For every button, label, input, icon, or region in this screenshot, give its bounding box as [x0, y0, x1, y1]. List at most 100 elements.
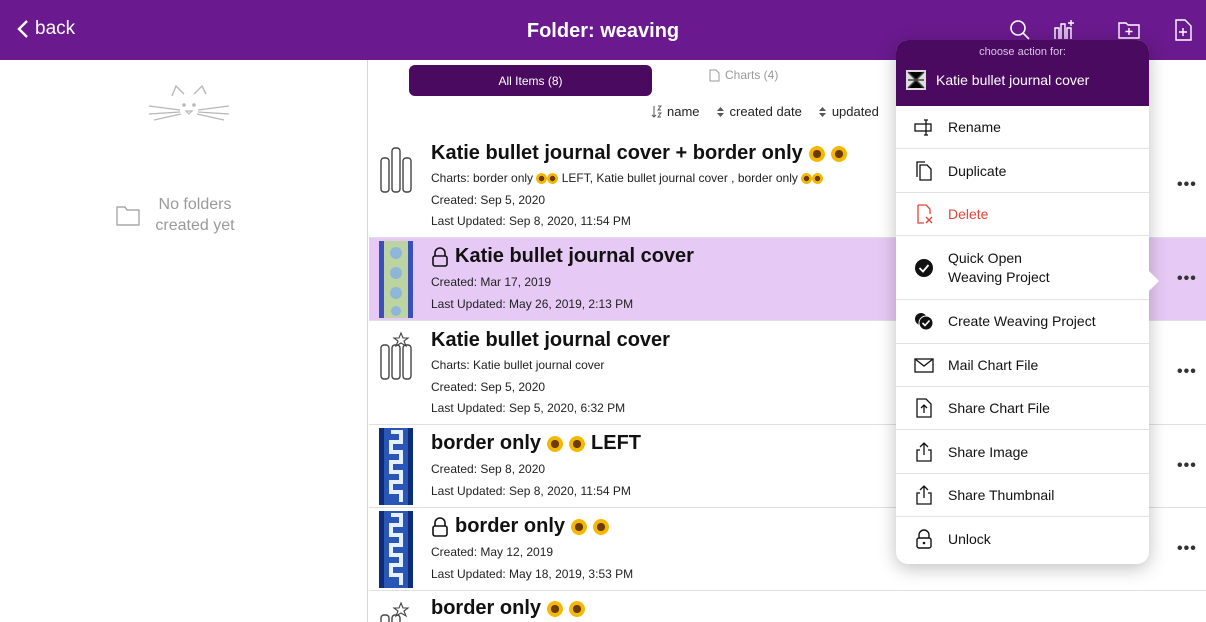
sort-updated-label: updated — [831, 104, 879, 119]
tab-charts[interactable]: Charts (4) — [709, 68, 778, 82]
delete-label: Delete — [948, 205, 989, 222]
item-created: Created: Sep 5, 2020 — [431, 380, 546, 394]
document-icon — [709, 69, 720, 81]
item-updated: Last Updated: Sep 5, 2020, 6:32 PM — [431, 401, 626, 415]
mail-chart-action[interactable]: Mail Chart File — [896, 344, 1149, 387]
new-file-icon[interactable] — [1171, 18, 1195, 42]
pattern-thumbnail — [379, 511, 413, 588]
popover-target: Katie bullet journal cover — [906, 70, 1089, 90]
item-updated: Last Updated: May 26, 2019, 2:13 PM — [431, 297, 634, 311]
unlock-action[interactable]: Unlock — [896, 517, 1149, 560]
project-icon — [380, 147, 412, 193]
quick-open-action[interactable]: Quick Open Weaving Project — [896, 236, 1149, 301]
more-button[interactable]: ••• — [1177, 457, 1197, 475]
rename-icon — [914, 117, 934, 137]
more-button[interactable]: ••• — [1177, 176, 1197, 194]
item-updated: Last Updated: May 18, 2019, 3:53 PM — [431, 567, 634, 581]
popover-subtitle: choose action for: — [979, 46, 1066, 58]
folders-pane: No folders created yet — [0, 60, 368, 622]
item-updated: Last Updated: Sep 8, 2020, 11:54 PM — [431, 484, 631, 498]
lock-icon — [432, 246, 448, 267]
envelope-icon — [914, 355, 934, 375]
share-chart-label: Share Chart File — [948, 400, 1050, 417]
sunflower-emoji — [547, 600, 564, 617]
more-button[interactable]: ••• — [1177, 363, 1197, 381]
sort-updown-icon — [716, 106, 724, 117]
item-title: Katie bullet journal cover — [431, 245, 694, 268]
rename-label: Rename — [948, 119, 1001, 136]
sunflower-emoji — [547, 435, 564, 452]
folder-icon — [116, 206, 140, 226]
search-icon[interactable] — [1008, 18, 1032, 42]
share-file-icon — [914, 398, 934, 418]
lock-icon — [432, 516, 448, 537]
mail-chart-label: Mail Chart File — [948, 356, 1039, 373]
share-image-label: Share Image — [948, 443, 1029, 460]
duplicate-label: Duplicate — [948, 162, 1007, 179]
lock-icon — [914, 529, 934, 549]
more-button[interactable]: ••• — [1177, 540, 1197, 558]
action-popover: choose action for: Katie bullet journal … — [896, 40, 1159, 564]
sort-bar: name created date updated — [651, 104, 879, 119]
sort-updown-icon — [818, 106, 826, 117]
item-title: border only — [431, 597, 586, 620]
new-chart-icon[interactable] — [1052, 18, 1076, 42]
item-title: border only LEFT — [431, 432, 642, 454]
sort-by-created[interactable]: created date — [716, 104, 802, 119]
sunflower-emoji — [569, 600, 586, 617]
duplicate-icon — [914, 160, 934, 181]
chart-star-icon — [380, 601, 410, 622]
rename-action[interactable]: Rename — [896, 106, 1149, 150]
delete-file-icon — [914, 204, 934, 224]
new-folder-icon[interactable] — [1117, 18, 1141, 42]
item-created: Created: Sep 8, 2020 — [431, 462, 546, 476]
chart-star-icon — [380, 331, 412, 380]
item-created: Created: Sep 5, 2020 — [431, 193, 546, 207]
empty-folders-text: No folders created yet — [155, 196, 235, 234]
tab-charts-label: Charts (4) — [725, 68, 779, 82]
filter-segmented-control: All Items (8) — [409, 65, 899, 96]
list-item[interactable]: border only — [369, 591, 1206, 622]
create-project-label: Create Weaving Project — [948, 313, 1096, 330]
unlock-label: Unlock — [948, 530, 991, 547]
popover-arrow — [1149, 271, 1159, 291]
tab-all-items[interactable]: All Items (8) — [409, 65, 652, 96]
share-icon — [914, 441, 934, 462]
checkmark-circle-icon — [914, 258, 934, 278]
share-image-action[interactable]: Share Image — [896, 430, 1149, 474]
cat-face-icon — [148, 84, 230, 121]
item-created: Created: May 12, 2019 — [431, 545, 554, 559]
sort-name-label: name — [667, 104, 700, 119]
more-button[interactable]: ••• — [1177, 270, 1197, 288]
item-title: Katie bullet journal cover + border only — [431, 142, 847, 165]
popover-target-name: Katie bullet journal cover — [936, 72, 1090, 88]
sort-by-updated[interactable]: updated — [818, 104, 879, 119]
create-project-action[interactable]: Create Weaving Project — [896, 300, 1149, 344]
item-charts: Charts: Katie bullet journal cover — [431, 358, 605, 372]
double-checkmark-icon — [914, 311, 934, 331]
quick-open-label: Quick Open — [948, 249, 1022, 266]
sort-az-icon — [651, 105, 662, 118]
item-title: Katie bullet journal cover — [431, 329, 670, 351]
sort-by-name[interactable]: name — [651, 104, 700, 119]
sunflower-emoji — [830, 145, 847, 162]
delete-action[interactable]: Delete — [896, 193, 1149, 237]
sunflower-emoji — [808, 145, 825, 162]
pattern-thumbnail — [379, 241, 413, 318]
share-chart-action[interactable]: Share Chart File — [896, 387, 1149, 431]
sort-created-label: created date — [729, 104, 802, 119]
duplicate-action[interactable]: Duplicate — [896, 149, 1149, 193]
share-icon — [914, 485, 934, 505]
sunflower-emoji — [569, 435, 586, 452]
item-updated: Last Updated: Sep 8, 2020, 11:54 PM — [431, 214, 631, 228]
share-thumbnail-action[interactable]: Share Thumbnail — [896, 474, 1149, 518]
quick-open-label-2: Weaving Project — [948, 268, 1050, 285]
popover-header: choose action for: Katie bullet journal … — [896, 40, 1149, 106]
item-created: Created: Mar 17, 2019 — [431, 275, 552, 289]
pattern-thumbnail-icon — [906, 70, 926, 90]
sunflower-emoji — [593, 518, 610, 535]
sunflower-emoji — [571, 518, 588, 535]
item-charts: Charts: border only LEFT, Katie bullet j… — [431, 171, 824, 185]
pattern-thumbnail — [379, 428, 413, 505]
share-thumbnail-label: Share Thumbnail — [948, 486, 1055, 503]
